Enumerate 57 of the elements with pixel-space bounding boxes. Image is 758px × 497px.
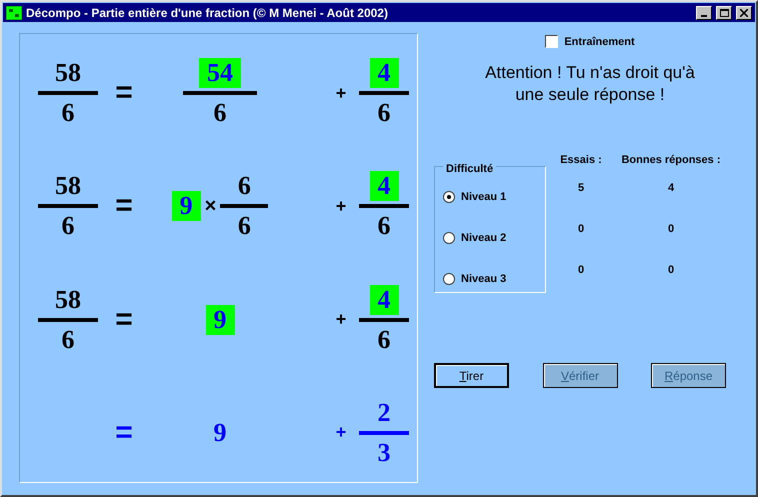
numerator: 2 bbox=[378, 398, 390, 428]
column-header: Essais : bbox=[559, 154, 603, 166]
denominator: 6 bbox=[62, 324, 74, 355]
close-icon bbox=[740, 8, 748, 16]
integer-part: 9 bbox=[214, 418, 226, 448]
denominator: 6 bbox=[238, 211, 251, 242]
denominator: 6 bbox=[62, 98, 74, 128]
radio-label: Niveau 2 bbox=[461, 232, 506, 244]
radio-button[interactable] bbox=[443, 272, 455, 284]
radio-button[interactable] bbox=[443, 190, 455, 202]
numerator: 58 bbox=[55, 58, 81, 88]
plus-sign: + bbox=[334, 309, 348, 330]
radio-label: Niveau 1 bbox=[461, 190, 506, 202]
score-value: 5 bbox=[576, 182, 586, 194]
radio-label: Niveau 3 bbox=[461, 272, 506, 284]
numerator: 58 bbox=[55, 171, 81, 202]
equals-sign: = bbox=[114, 76, 134, 110]
plus-sign: + bbox=[334, 196, 348, 217]
plus-sign: + bbox=[334, 82, 348, 104]
denominator: 6 bbox=[378, 324, 390, 355]
group-title: Difficulté bbox=[446, 163, 494, 175]
training-checkbox[interactable] bbox=[545, 35, 558, 48]
app-icon bbox=[6, 6, 22, 20]
action-button[interactable]: Tirer bbox=[434, 363, 509, 388]
denominator: 6 bbox=[214, 98, 226, 128]
numerator: 4 bbox=[370, 58, 398, 88]
score-value: 4 bbox=[666, 182, 676, 194]
score-value: 0 bbox=[576, 264, 586, 276]
score-value: 0 bbox=[576, 222, 586, 234]
checkbox-label: Entraînement bbox=[564, 36, 635, 48]
denominator: 3 bbox=[378, 438, 390, 468]
numerator: 4 bbox=[370, 171, 398, 202]
times-sign: × bbox=[204, 194, 216, 218]
minimize-icon bbox=[701, 14, 707, 16]
plus-sign: + bbox=[334, 422, 348, 444]
integer-part: 9 bbox=[206, 304, 234, 335]
column-header: Bonnes réponses : bbox=[620, 154, 722, 166]
numerator: 6 bbox=[238, 171, 251, 202]
numerator: 4 bbox=[370, 284, 398, 315]
radio-button[interactable] bbox=[443, 232, 455, 244]
factor: 9 bbox=[172, 191, 201, 222]
denominator: 6 bbox=[378, 98, 390, 128]
equals-sign: = bbox=[114, 189, 134, 224]
maximize-icon bbox=[720, 8, 728, 16]
score-value: 0 bbox=[666, 222, 676, 234]
window-title: Décompo - Partie entière d'une fraction (© M Menei - Août 2002) bbox=[26, 6, 389, 20]
numerator: 54 bbox=[199, 58, 241, 88]
maximize-button[interactable] bbox=[716, 6, 732, 20]
equals-sign: = bbox=[114, 416, 134, 450]
minimize-button[interactable] bbox=[696, 6, 712, 20]
denominator: 6 bbox=[62, 211, 74, 242]
warning-message: Attention ! Tu n'as droit qu'à une seule réponse ! bbox=[484, 62, 696, 106]
numerator: 58 bbox=[55, 284, 81, 315]
equals-sign: = bbox=[114, 302, 134, 337]
score-value: 0 bbox=[666, 264, 676, 276]
close-button[interactable] bbox=[736, 6, 752, 20]
denominator: 6 bbox=[378, 211, 390, 242]
